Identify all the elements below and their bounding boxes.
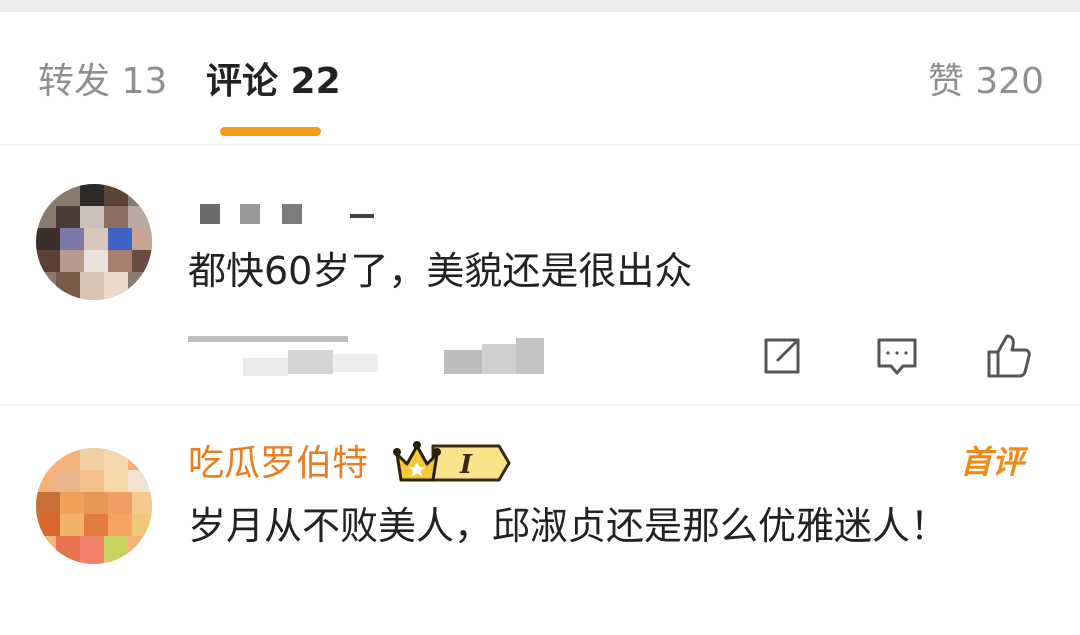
tab-repost[interactable]: 转发 13 bbox=[38, 62, 167, 102]
like-icon[interactable] bbox=[985, 332, 1033, 380]
avatar[interactable] bbox=[36, 448, 152, 564]
username[interactable]: 吃瓜罗伯特 bbox=[188, 442, 368, 486]
share-icon[interactable] bbox=[758, 332, 806, 380]
comment-item: 都快60岁了，美貌还是很出众 bbox=[0, 146, 1080, 404]
tab-comment[interactable]: 评论 22 bbox=[206, 62, 341, 102]
first-comment-badge: 首评 bbox=[959, 443, 1024, 481]
comment-meta-redacted bbox=[188, 336, 608, 396]
reply-icon[interactable] bbox=[873, 332, 921, 380]
active-tab-indicator bbox=[220, 127, 321, 136]
comment-item: 吃瓜罗伯特 I 首评 岁月从不败美人，邱淑贞还是那么优雅迷人！ bbox=[0, 404, 1080, 635]
tab-like[interactable]: 赞 320 bbox=[928, 62, 1044, 102]
avatar[interactable] bbox=[36, 184, 152, 300]
vip-crown-badge[interactable]: I bbox=[393, 440, 511, 486]
comment-text: 都快60岁了，美貌还是很出众 bbox=[188, 249, 693, 293]
vip-level-text: I bbox=[459, 450, 473, 480]
comment-text: 岁月从不败美人，邱淑贞还是那么优雅迷人！ bbox=[188, 504, 949, 548]
top-strip bbox=[0, 0, 1080, 12]
tab-bar: 转发 13 评论 22 赞 320 bbox=[0, 12, 1080, 144]
username-redacted[interactable] bbox=[200, 204, 380, 226]
